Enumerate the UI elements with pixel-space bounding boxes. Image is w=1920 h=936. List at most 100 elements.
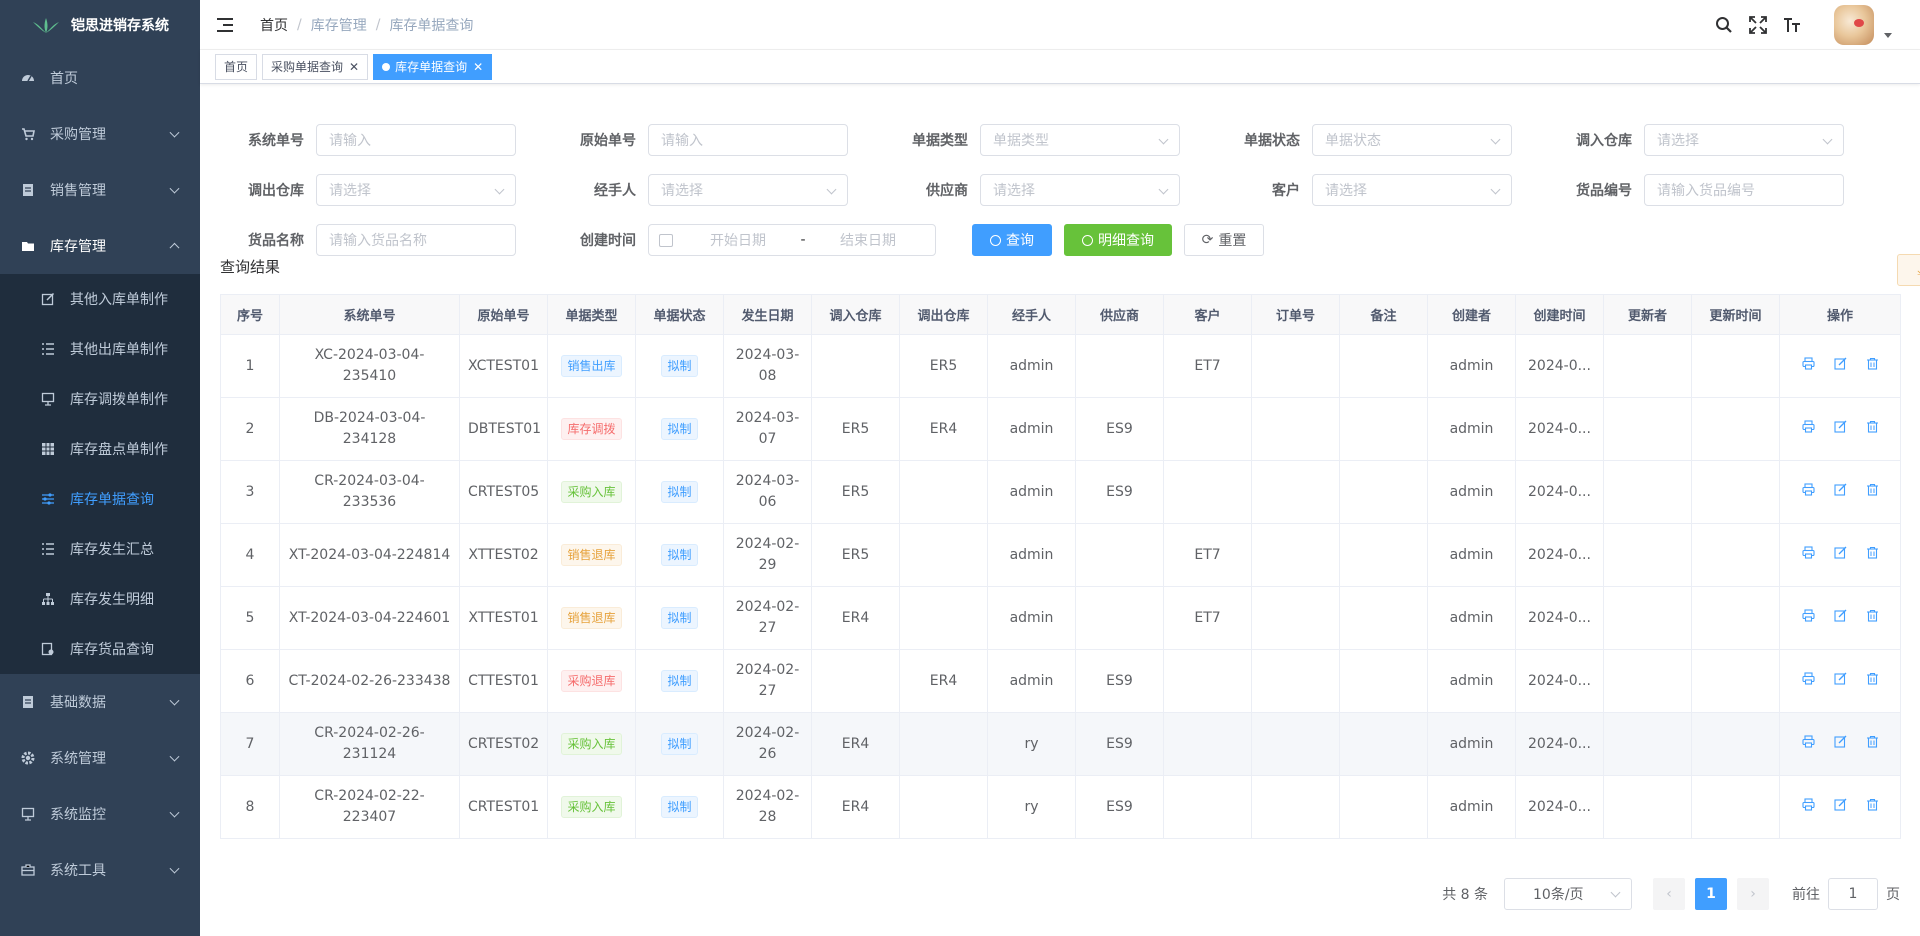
print-icon[interactable] [1801,482,1815,496]
detail-query-button[interactable]: 明细查询 [1064,224,1172,256]
edit-icon[interactable] [1833,734,1847,748]
delete-icon[interactable] [1865,356,1879,370]
sys-no-input[interactable]: 请输入 [316,124,516,156]
print-icon[interactable] [1801,545,1815,559]
print-icon[interactable] [1801,734,1815,748]
sidebar-item-purchase[interactable]: 采购管理 [0,106,200,162]
cell-date: 2024-03-08 [723,334,812,398]
cell-in-wh: ER4 [811,775,900,839]
breadcrumb-home[interactable]: 首页 [260,15,288,35]
sidebar-item-stocktake[interactable]: 库存盘点单制作 [0,424,200,474]
sidebar-item-transfer[interactable]: 库存调拨单制作 [0,374,200,424]
delete-icon[interactable] [1865,545,1879,559]
sidebar-item-tools[interactable]: 系统工具 [0,842,200,898]
in-warehouse-select[interactable]: 请选择 [1644,124,1844,156]
delete-icon[interactable] [1865,482,1879,496]
sidebar-item-other-inbound[interactable]: 其他入库单制作 [0,274,200,324]
font-size-icon[interactable] [1782,15,1802,35]
sidebar-item-monitor[interactable]: 系统监控 [0,786,200,842]
cell-supplier: ES9 [1075,712,1164,776]
query-form: 系统单号 请输入 原始单号 请输入 单据类型 单据类型 单据状态 单据状态 调入… [220,104,1900,264]
goto-page: 前往 1 页 [1792,878,1900,910]
delete-icon[interactable] [1865,797,1879,811]
table-row[interactable]: 4 XT-2024-03-04-224814 XTTEST02 销售退库 拟制 2024-… [220,523,1901,587]
out-warehouse-select[interactable]: 请选择 [316,174,516,206]
print-icon[interactable] [1801,797,1815,811]
print-icon[interactable] [1801,356,1815,370]
goods-no-input[interactable]: 请输入货品编号 [1644,174,1844,206]
print-icon[interactable] [1801,608,1815,622]
sidebar-item-inventory-query[interactable]: 库存单据查询 [0,474,200,524]
bill-status-select[interactable]: 单据状态 [1312,124,1512,156]
avatar[interactable] [1834,5,1874,45]
sidebar-item-detail[interactable]: 库存发生明细 [0,574,200,624]
caret-down-icon[interactable] [1884,32,1892,38]
chevron-down-icon [169,183,180,194]
tag-inventory-query[interactable]: 库存单据查询 ✕ [373,53,493,80]
tag-purchase-query[interactable]: 采购单据查询 ✕ [262,53,369,80]
sidebar-item-home[interactable]: 首页 [0,50,200,106]
edit-icon[interactable] [1833,797,1847,811]
app-logo[interactable]: 铠思进销存系统 [0,0,200,50]
table-row[interactable]: 5 XT-2024-03-04-224601 XTTEST01 销售退库 拟制 2024-… [220,586,1901,650]
created-date-range[interactable]: 开始日期 - 结束日期 [648,224,936,256]
end-date-input[interactable]: 结束日期 [823,230,913,250]
cell-orig: XTTEST02 [459,523,548,587]
column-header: 更新者 [1603,294,1692,335]
sidebar-item-system[interactable]: 系统管理 [0,730,200,786]
sidebar-item-summary[interactable]: 库存发生汇总 [0,524,200,574]
delete-icon[interactable] [1865,671,1879,685]
sidebar-item-sales[interactable]: 销售管理 [0,162,200,218]
sidebar-item-inventory[interactable]: 库存管理 [0,218,200,274]
tag-home[interactable]: 首页 [215,53,258,80]
edit-icon[interactable] [1833,356,1847,370]
search-icon[interactable] [1714,15,1734,35]
goto-page-input[interactable]: 1 [1828,878,1878,910]
cell-order [1251,712,1340,776]
prev-page-button[interactable]: ‹ [1653,878,1685,910]
goods-name-input[interactable]: 请输入货品名称 [316,224,516,256]
handler-select[interactable]: 请选择 [648,174,848,206]
print-icon[interactable] [1801,671,1815,685]
sidebar-item-goods-query[interactable]: 库存货品查询 [0,624,200,674]
sidebar-item-basic-data[interactable]: 基础数据 [0,674,200,730]
cell-creator: admin [1427,586,1516,650]
query-button[interactable]: 查询 [972,224,1052,256]
export-button[interactable]: ⤓导出 [1897,254,1920,286]
table-row[interactable]: 1 XC-2024-03-04-235410 XCTEST01 销售出库 拟制 2024-… [220,334,1901,398]
delete-icon[interactable] [1865,419,1879,433]
cell-ctime: 2024-0... [1515,334,1604,398]
table-row[interactable]: 8 CR-2024-02-22-223407 CRTEST01 采购入库 拟制 2024-… [220,775,1901,839]
delete-icon[interactable] [1865,608,1879,622]
bill-type-select[interactable]: 单据类型 [980,124,1180,156]
page-number-button[interactable]: 1 [1695,878,1727,910]
fullscreen-icon[interactable] [1748,15,1768,35]
sidebar-item-other-outbound[interactable]: 其他出库单制作 [0,324,200,374]
cell-remark [1339,586,1428,650]
hamburger-icon[interactable] [217,17,235,32]
navbar: 首页 / 库存管理 / 库存单据查询 [200,0,1920,50]
edit-icon[interactable] [1833,482,1847,496]
edit-icon[interactable] [1833,419,1847,433]
edit-icon[interactable] [1833,545,1847,559]
orig-no-input[interactable]: 请输入 [648,124,848,156]
delete-icon[interactable] [1865,734,1879,748]
table-row[interactable]: 3 CR-2024-03-04-233536 CRTEST05 采购入库 拟制 2024-… [220,460,1901,524]
edit-icon[interactable] [1833,608,1847,622]
reset-button[interactable]: ⟳ 重置 [1184,224,1264,256]
supplier-select[interactable]: 请选择 [980,174,1180,206]
next-page-button[interactable]: › [1737,878,1769,910]
edit-icon[interactable] [1833,671,1847,685]
customer-select[interactable]: 请选择 [1312,174,1512,206]
start-date-input[interactable]: 开始日期 [693,230,783,250]
close-icon[interactable]: ✕ [473,60,483,74]
close-icon[interactable]: ✕ [349,60,359,74]
table-row[interactable]: 2 DB-2024-03-04-234128 DBTEST01 库存调拨 拟制 2024-… [220,397,1901,461]
column-header: 序号 [220,294,280,335]
table-row[interactable]: 6 CT-2024-02-26-233438 CTTEST01 采购退库 拟制 2024-… [220,649,1901,713]
print-icon[interactable] [1801,419,1815,433]
page-size-select[interactable]: 10条/页 [1504,878,1632,910]
cell-orig: XCTEST01 [459,334,548,398]
table-row[interactable]: 7 CR-2024-02-26-231124 CRTEST02 采购入库 拟制 2024-… [220,712,1901,776]
document-icon [20,694,36,710]
